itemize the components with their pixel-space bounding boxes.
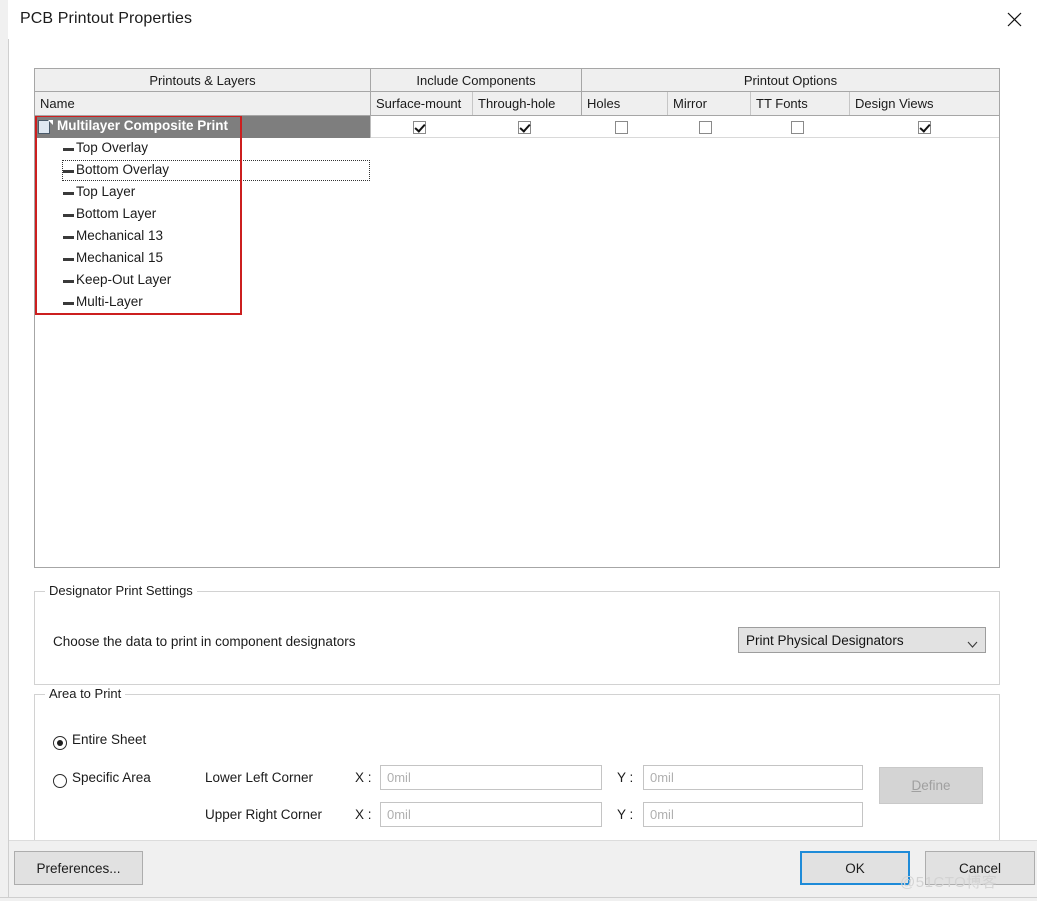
group-header-include-components: Include Components [370,69,581,92]
layer-dash-icon [63,258,74,261]
column-divider [370,116,371,138]
layer-dash-icon [63,214,74,217]
list-item[interactable]: Mechanical 13 [35,226,369,248]
list-item[interactable]: Bottom Layer [35,204,369,226]
column-header-surface-mount[interactable]: Surface-mount [370,92,472,115]
checkbox-tt-fonts[interactable] [791,121,804,134]
ll-y-input[interactable]: 0mil [643,765,863,790]
designator-description: Choose the data to print in component de… [53,634,356,649]
radio-entire-sheet-label: Entire Sheet [72,732,147,747]
ll-y-label: Y : [617,770,634,785]
column-header-mirror[interactable]: Mirror [667,92,750,115]
column-header-name[interactable]: Name [35,92,370,115]
define-button-accel: D [911,778,922,793]
designator-print-settings-group: Designator Print Settings Choose the dat… [34,583,1000,685]
list-item[interactable]: Top Overlay [35,138,369,160]
ur-y-label: Y : [617,807,634,822]
close-icon[interactable] [991,0,1037,38]
list-item[interactable]: Multi-Layer [35,292,369,314]
upper-right-corner-label: Upper Right Corner [205,807,323,822]
layer-name: Keep-Out Layer [76,272,172,287]
column-header-design-views[interactable]: Design Views [849,92,999,115]
window-title: PCB Printout Properties [20,10,193,27]
document-icon [38,120,53,135]
layer-dash-icon [63,302,74,305]
layer-name: Mechanical 13 [76,228,164,243]
define-button-label: efine [921,778,951,793]
layer-name: Bottom Layer [76,206,157,221]
preferences-button[interactable]: Preferences... [14,851,143,885]
area-to-print-group: Area to Print Entire Sheet Specific Area… [34,686,1000,847]
chevron-down-icon [967,637,978,648]
printouts-table: Printouts & Layers Include Components Pr… [34,68,1000,569]
layer-dash-icon [63,192,74,195]
radio-specific-area-label: Specific Area [72,770,151,785]
layer-name: Top Overlay [76,140,149,155]
list-item[interactable]: Mechanical 15 [35,248,369,270]
checkbox-design-views[interactable] [918,121,931,134]
designator-select[interactable]: Print Physical Designators [738,627,986,653]
checkbox-mirror[interactable] [699,121,712,134]
watermark: @51CTO博客 [900,874,998,891]
table-row[interactable]: Multilayer Composite Print [35,116,370,138]
designator-select-value: Print Physical Designators [746,632,904,648]
table-body: Multilayer Composite Print Top Overlay B… [34,115,1000,568]
checkbox-surface-mount[interactable] [413,121,426,134]
ok-button[interactable]: OK [800,851,910,885]
layer-name: Multi-Layer [76,294,143,309]
column-header-tt-fonts[interactable]: TT Fonts [750,92,849,115]
group-header-printout-options: Printout Options [581,69,999,92]
layer-name: Top Layer [76,184,136,199]
dialog-footer: Preferences... OK Cancel [9,840,1037,901]
radio-specific-area[interactable] [53,774,67,788]
checkbox-holes[interactable] [615,121,628,134]
layer-dash-icon [63,280,74,283]
list-item[interactable]: Keep-Out Layer [35,270,369,292]
title-bar: PCB Printout Properties [8,0,1037,39]
radio-entire-sheet[interactable] [53,736,67,750]
layer-dash-icon [63,236,74,239]
printout-row-options-area [370,116,999,138]
ll-x-input[interactable]: 0mil [380,765,602,790]
list-item[interactable]: Top Layer [35,182,369,204]
window-bottom-edge [0,897,1037,901]
table-header: Printouts & Layers Include Components Pr… [34,68,1000,115]
layer-name: Mechanical 15 [76,250,164,265]
focus-rectangle [62,160,370,181]
dialog-window: PCB Printout Properties Printouts & Laye… [0,0,1037,901]
printout-name: Multilayer Composite Print [57,118,229,133]
group-header-printouts-layers: Printouts & Layers [35,69,370,92]
ll-x-label: X : [355,770,372,785]
lower-left-corner-label: Lower Left Corner [205,770,314,785]
column-header-holes[interactable]: Holes [581,92,667,115]
window-left-edge [0,0,9,901]
area-legend: Area to Print [45,686,126,701]
layer-dash-icon [63,148,74,151]
checkbox-through-hole[interactable] [518,121,531,134]
define-button[interactable]: Define [879,767,983,804]
ur-x-label: X : [355,807,372,822]
column-header-through-hole[interactable]: Through-hole [472,92,581,115]
ur-x-input[interactable]: 0mil [380,802,602,827]
designator-legend: Designator Print Settings [45,583,197,598]
ur-y-input[interactable]: 0mil [643,802,863,827]
dialog-body: Printouts & Layers Include Components Pr… [9,39,1037,847]
